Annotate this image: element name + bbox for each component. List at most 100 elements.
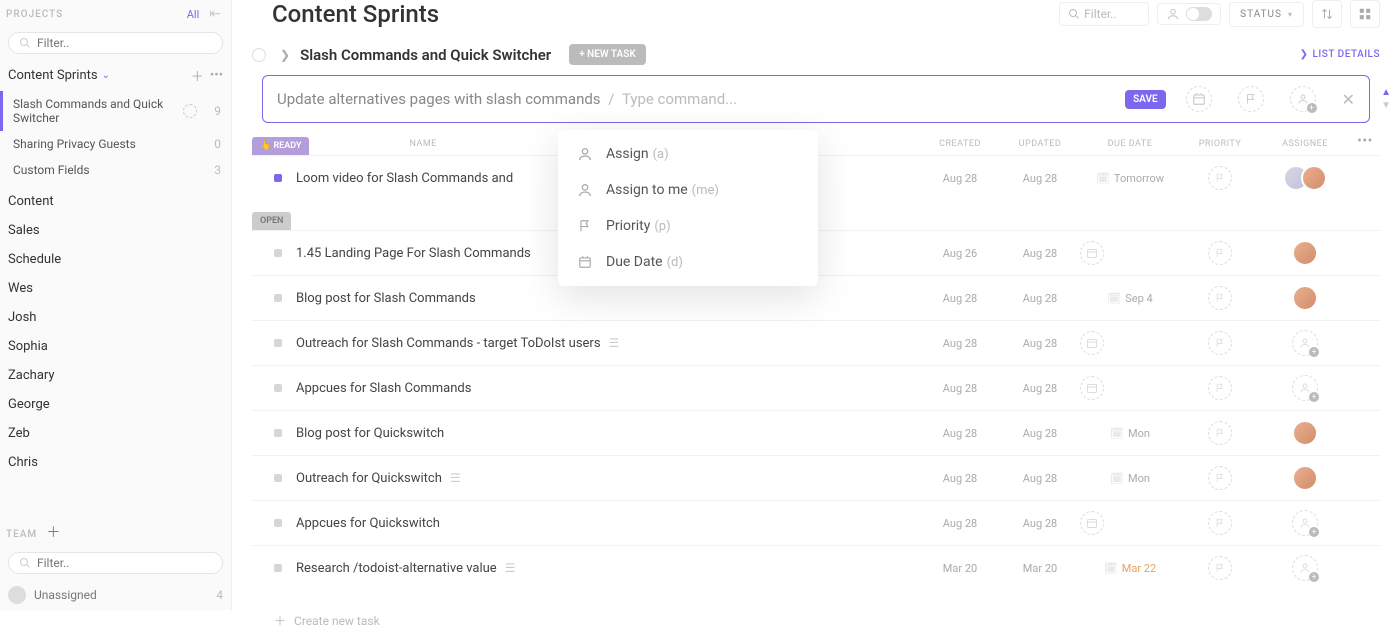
due-date-pick-icon[interactable] xyxy=(1186,86,1212,112)
due-date-icon[interactable] xyxy=(1080,376,1104,400)
status-dot xyxy=(274,519,282,527)
cal-icon xyxy=(574,255,596,269)
list-details-link[interactable]: ❯ LIST DETAILS xyxy=(1300,49,1380,60)
projects-all-link[interactable]: All xyxy=(187,8,200,21)
add-project-icon[interactable]: ＋ xyxy=(191,66,204,85)
user-icon xyxy=(574,146,596,162)
me-toggle[interactable] xyxy=(1157,3,1221,25)
priority-icon[interactable] xyxy=(1208,166,1232,190)
slash-menu-item[interactable]: Priority(p) xyxy=(558,208,818,244)
sidebar-project[interactable]: Sharing Privacy Guests0 xyxy=(0,131,231,157)
task-row[interactable]: Outreach for Slash Commands - target ToD… xyxy=(252,320,1380,365)
user-icon xyxy=(574,182,596,198)
status-dot xyxy=(274,564,282,572)
chevron-down-icon: ▾ xyxy=(1288,10,1293,19)
plus-icon: ＋ xyxy=(274,612,286,629)
task-row[interactable]: Blog post for QuickswitchAug 28Aug 28🗓Mo… xyxy=(252,410,1380,455)
note-icon: ☰ xyxy=(609,336,620,350)
save-button[interactable]: SAVE xyxy=(1125,90,1166,109)
due-date-icon[interactable] xyxy=(1080,241,1104,265)
assignee-icon[interactable]: + xyxy=(1292,330,1318,356)
team-filter[interactable] xyxy=(8,552,223,574)
grid-button[interactable] xyxy=(1350,0,1380,28)
status-dot xyxy=(274,249,282,257)
task-row[interactable]: Research /todoist-alternative value☰Mar … xyxy=(252,545,1380,590)
avatar-icon xyxy=(8,586,26,604)
sidebar-project[interactable]: Custom Fields3 xyxy=(0,157,231,183)
priority-pick-icon[interactable] xyxy=(1238,86,1264,112)
assignee-icon[interactable]: + xyxy=(1292,555,1318,581)
column-priority: PRIORITY xyxy=(1180,139,1260,149)
search-icon xyxy=(19,37,31,49)
project-group[interactable]: Content Sprints ⌄ ＋ ••• xyxy=(0,60,231,91)
priority-icon[interactable] xyxy=(1208,376,1232,400)
search-icon xyxy=(19,557,31,569)
sidebar-item[interactable]: Josh xyxy=(0,303,231,332)
sidebar-item[interactable]: Chris xyxy=(0,448,231,477)
sidebar-item[interactable]: George xyxy=(0,390,231,419)
note-icon: ☰ xyxy=(505,561,516,575)
sidebar-item[interactable]: Zeb xyxy=(0,419,231,448)
status-filter-button[interactable]: STATUS ▾ xyxy=(1229,2,1304,27)
note-icon: ☰ xyxy=(450,471,461,485)
assignee-icon[interactable]: + xyxy=(1292,375,1318,401)
header-filter[interactable]: Filter.. xyxy=(1059,2,1149,26)
projects-filter[interactable] xyxy=(8,32,223,54)
slash-menu-item[interactable]: Assign(a) xyxy=(558,136,818,172)
slash-menu-item[interactable]: Assign to me(me) xyxy=(558,172,818,208)
sidebar-project[interactable]: Slash Commands and Quick Switcher9 xyxy=(0,91,231,131)
column-due: DUE DATE xyxy=(1080,139,1180,149)
more-icon[interactable]: ••• xyxy=(1350,133,1380,149)
sidebar-item[interactable]: Content xyxy=(0,187,231,216)
sidebar-item[interactable]: Sophia xyxy=(0,332,231,361)
search-icon xyxy=(1068,8,1080,20)
projects-filter-input[interactable] xyxy=(37,36,212,50)
chevron-right-icon: ❯ xyxy=(280,48,290,62)
compose-hint: Type command... xyxy=(622,90,737,108)
collapse-sidebar-icon[interactable]: ⇤ xyxy=(209,6,221,22)
close-icon[interactable]: ✕ xyxy=(1342,90,1355,109)
priority-icon[interactable] xyxy=(1208,556,1232,580)
priority-icon[interactable] xyxy=(1208,421,1232,445)
status-tag[interactable]: OPEN xyxy=(252,212,291,230)
projects-heading: PROJECTS xyxy=(6,9,63,20)
sort-button[interactable] xyxy=(1312,0,1342,28)
create-task-row[interactable]: ＋Create new task xyxy=(252,602,1380,639)
status-dot xyxy=(274,174,282,182)
refresh-icon xyxy=(183,104,197,118)
status-dot xyxy=(274,339,282,347)
assignee-icon[interactable]: + xyxy=(1292,510,1318,536)
move-down-icon[interactable]: ▼ xyxy=(1381,100,1391,111)
sidebar: PROJECTS All ⇤ Content Sprints ⌄ ＋ ••• S… xyxy=(0,0,232,610)
sidebar-item[interactable]: Zachary xyxy=(0,361,231,390)
sidebar-item[interactable]: Schedule xyxy=(0,245,231,274)
assignee-pick-icon[interactable]: + xyxy=(1290,86,1316,112)
add-team-icon[interactable]: ＋ xyxy=(46,525,60,541)
task-row[interactable]: Appcues for QuickswitchAug 28Aug 28+ xyxy=(252,500,1380,545)
priority-icon[interactable] xyxy=(1208,286,1232,310)
column-updated: UPDATED xyxy=(1000,139,1080,149)
priority-icon[interactable] xyxy=(1208,466,1232,490)
new-task-button[interactable]: + NEW TASK xyxy=(569,44,646,65)
section-title: Slash Commands and Quick Switcher xyxy=(300,46,551,64)
task-row[interactable]: Outreach for Quickswitch☰Aug 28Aug 28🗓Mo… xyxy=(252,455,1380,500)
priority-icon[interactable] xyxy=(1208,511,1232,535)
column-assignee: ASSIGNEE xyxy=(1260,139,1350,149)
slash-menu-item[interactable]: Due Date(d) xyxy=(558,244,818,280)
sidebar-item[interactable]: Sales xyxy=(0,216,231,245)
status-tag[interactable]: 👆 READY xyxy=(252,137,309,155)
priority-icon[interactable] xyxy=(1208,331,1232,355)
move-up-icon[interactable]: ▲ xyxy=(1381,87,1391,98)
due-date-icon[interactable] xyxy=(1080,331,1104,355)
priority-icon[interactable] xyxy=(1208,241,1232,265)
section-status-icon[interactable] xyxy=(252,48,266,62)
compose-typed: Update alternatives pages with slash com… xyxy=(277,90,601,108)
new-task-input[interactable]: Update alternatives pages with slash com… xyxy=(262,75,1370,123)
due-date-icon[interactable] xyxy=(1080,511,1104,535)
status-dot xyxy=(274,384,282,392)
task-row[interactable]: Appcues for Slash CommandsAug 28Aug 28+ xyxy=(252,365,1380,410)
team-filter-input[interactable] xyxy=(37,556,212,570)
group-more-icon[interactable]: ••• xyxy=(210,68,223,83)
sidebar-item[interactable]: Wes xyxy=(0,274,231,303)
unassigned-row[interactable]: Unassigned 4 xyxy=(0,580,231,610)
